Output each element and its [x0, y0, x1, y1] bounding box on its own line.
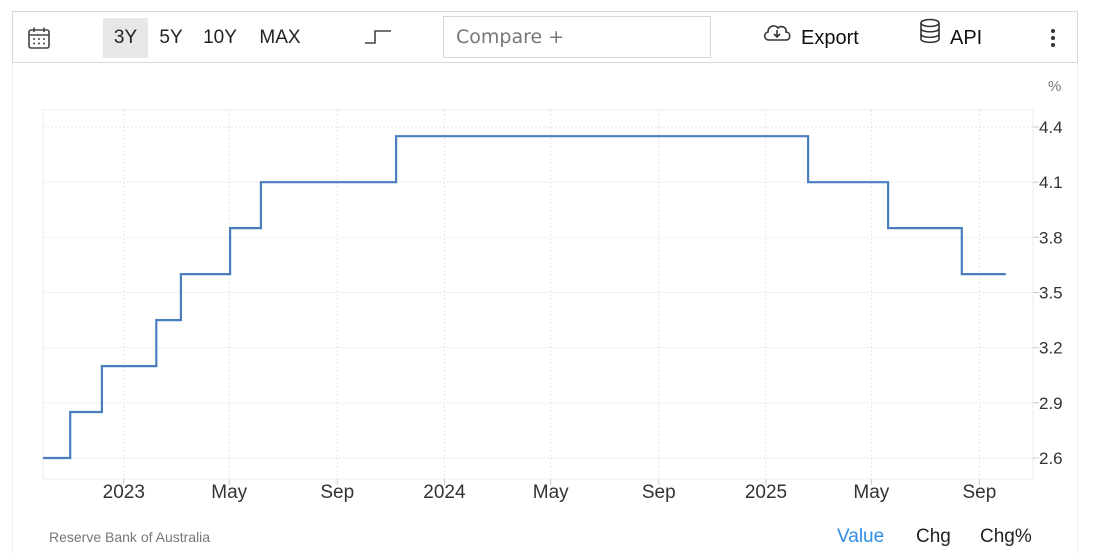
y-tick-label: 3.2 — [1039, 339, 1063, 358]
x-tick-label: Sep — [320, 482, 354, 503]
x-tick-label: 2025 — [745, 482, 787, 503]
y-tick-label: 3.5 — [1039, 284, 1063, 303]
data-source-label: Reserve Bank of Australia — [49, 529, 211, 545]
plot-border — [42, 109, 1034, 480]
x-tick-label: Sep — [642, 482, 676, 503]
chart-grid — [42, 109, 1034, 480]
series-line — [43, 135, 1006, 460]
y-tick-label: 4.1 — [1039, 173, 1063, 192]
y-tick-label: 4.4 — [1039, 118, 1063, 137]
x-tick-label: May — [853, 482, 889, 503]
y-tick-label: 2.6 — [1039, 449, 1063, 468]
x-tick-label: 2023 — [103, 482, 145, 503]
line-chart: 2.6 2.9 3.2 3.5 3.8 4.1 4.4% 2023 May Sep 2024 May S… — [42, 78, 1063, 503]
value-tab[interactable]: Value — [837, 526, 884, 548]
y-unit-label: % — [1048, 78, 1061, 95]
x-tick-label: May — [533, 482, 569, 503]
x-tick-label: 2024 — [423, 482, 466, 503]
change-tab[interactable]: Chg — [916, 526, 951, 548]
x-tick-label: May — [211, 482, 247, 503]
chart-series — [42, 135, 1006, 460]
y-tick-label: 3.8 — [1039, 228, 1063, 247]
x-tick-label: Sep — [963, 482, 997, 503]
change-percent-tab[interactable]: Chg% — [980, 526, 1032, 548]
y-tick-label: 2.9 — [1039, 394, 1063, 413]
chart-axes: 2.6 2.9 3.2 3.5 3.8 4.1 4.4% 2023 May Sep 2024 May S… — [103, 78, 1063, 503]
